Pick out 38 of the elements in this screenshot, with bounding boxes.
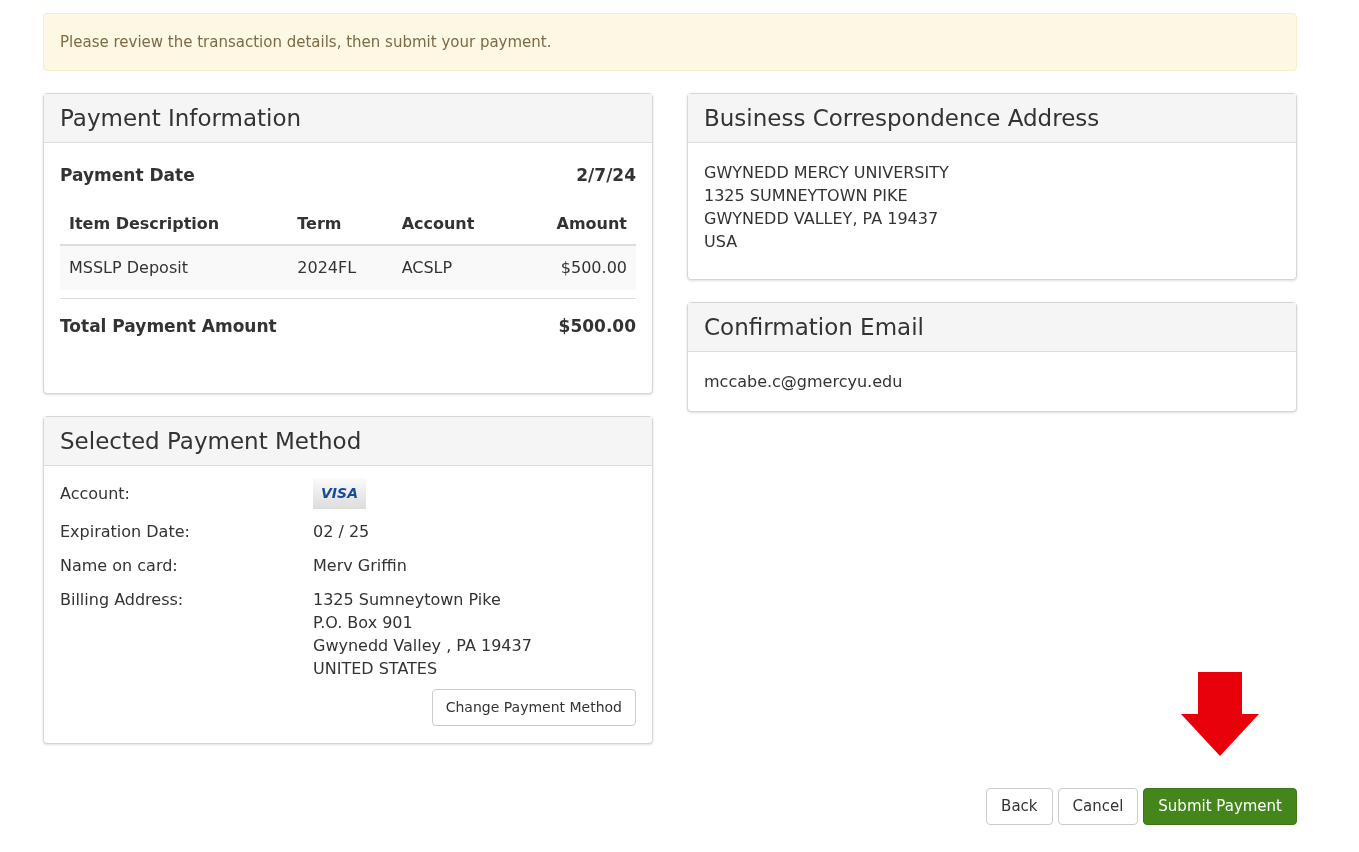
table-cell: MSSLP Deposit	[60, 244, 289, 290]
address-line: GWYNEDD VALLEY, PA 19437	[704, 208, 940, 230]
panel-title: Business Correspondence Address	[704, 103, 1100, 133]
table-cell: ACSLP	[392, 244, 516, 290]
field-label: Name on card:	[60, 555, 179, 577]
down-arrow-icon	[1181, 672, 1260, 756]
field-value: UNITED STATES	[313, 658, 439, 680]
card-logo: VISA	[313, 478, 366, 509]
address-line: USA	[704, 231, 739, 253]
table-cell: $500.00	[515, 244, 636, 290]
field-value: 1325 Sumneytown Pike	[313, 589, 502, 611]
address-line: 1325 SUMNEYTOWN PIKE	[704, 185, 909, 207]
field-value: Merv Griffin	[313, 555, 407, 577]
field-label: Billing Address:	[60, 589, 185, 611]
address-line: GWYNEDD MERCY UNIVERSITY	[704, 162, 950, 184]
panel-title: Payment Information	[60, 103, 302, 133]
field-label: Account:	[60, 483, 131, 505]
column-header: Amount	[515, 203, 636, 245]
alert-text: Please review the transaction details, then submit your payment.	[60, 31, 552, 53]
field-value: 02 / 25	[313, 521, 370, 543]
field-value: P.O. Box 901	[313, 612, 414, 634]
action-button[interactable]: Submit Payment	[1143, 788, 1297, 825]
table-cell: 2024FL	[288, 244, 393, 290]
email-text: mccabe.c@gmercyu.edu	[704, 372, 903, 391]
field-label: Expiration Date:	[60, 521, 191, 543]
column-header: Term	[288, 203, 393, 245]
action-button[interactable]: Back	[986, 788, 1053, 825]
payment-date-label: Payment Date	[60, 164, 195, 187]
panel-title: Selected Payment Method	[60, 426, 362, 456]
field-value: Gwynedd Valley , PA 19437	[313, 635, 532, 657]
column-header: Account	[392, 203, 516, 245]
total-value: $500.00	[558, 314, 636, 338]
change-payment-method-button[interactable]: Change Payment Method	[431, 689, 636, 726]
total-label: Total Payment Amount	[60, 314, 277, 338]
action-button[interactable]: Cancel	[1057, 788, 1139, 825]
payment-date-value: 2/7/24	[576, 164, 636, 187]
panel-title: Confirmation Email	[704, 312, 924, 342]
column-header: Item Description	[60, 203, 289, 245]
